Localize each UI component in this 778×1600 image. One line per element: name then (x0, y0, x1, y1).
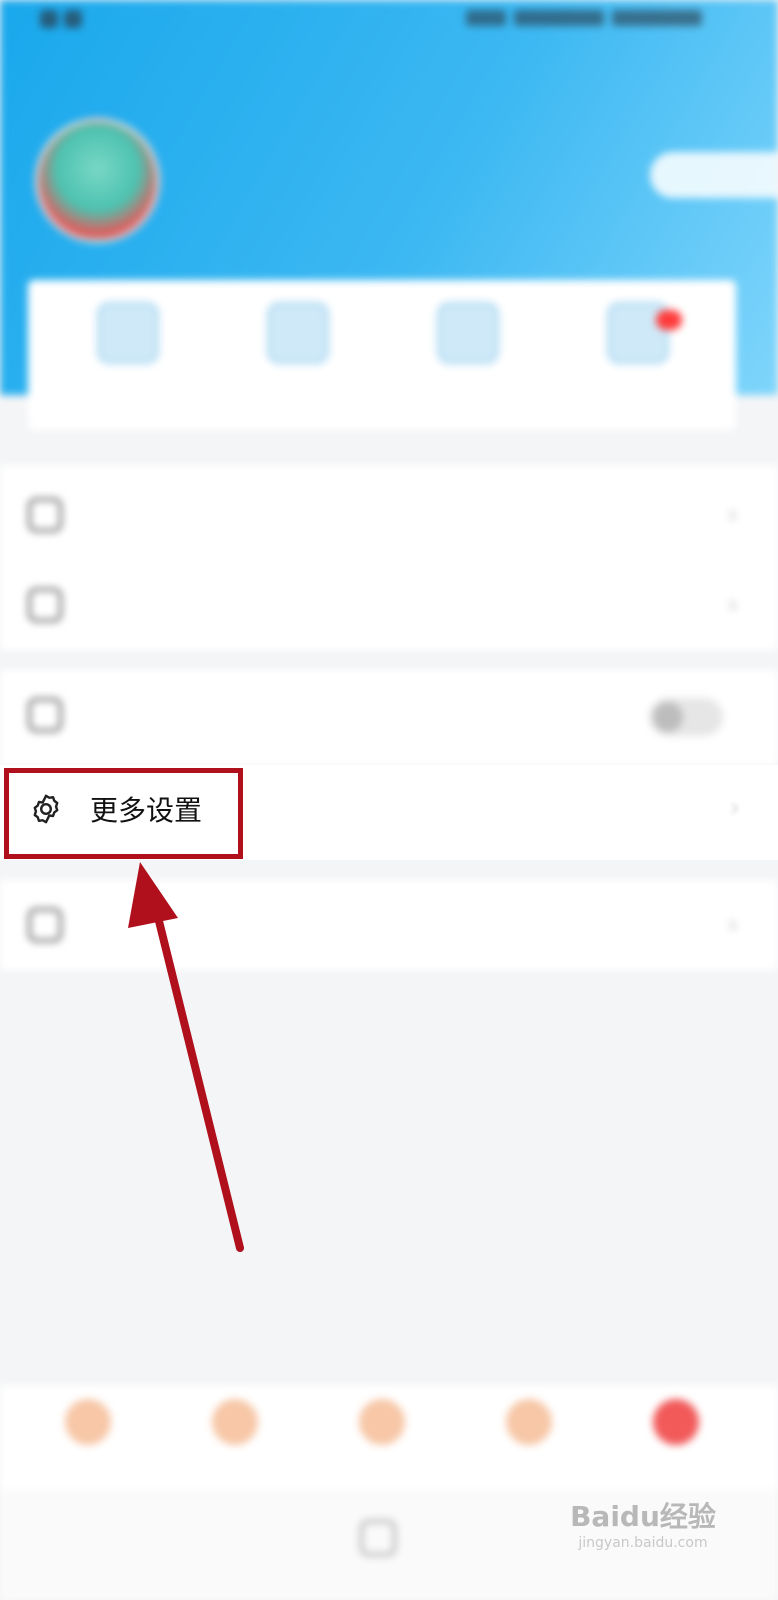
menu-icon[interactable] (30, 1520, 66, 1556)
quick-action-1[interactable] (68, 302, 188, 412)
bottom-nav (0, 1385, 778, 1490)
collection-icon (97, 302, 159, 364)
history-icon (267, 302, 329, 364)
nav-item-2[interactable] (185, 1399, 285, 1453)
mail-icon (28, 588, 62, 622)
status-right (458, 10, 728, 32)
baidu-watermark: Baidu经验 jingyan.baidu.com (568, 1495, 718, 1565)
back-icon[interactable] (150, 1520, 186, 1556)
quick-action-3[interactable] (408, 302, 528, 412)
quick-action-4[interactable] (578, 302, 698, 412)
home-icon (65, 1399, 111, 1445)
nav-item-1[interactable] (38, 1399, 138, 1453)
home-button-icon[interactable] (360, 1520, 396, 1556)
menu-group-3: › (0, 880, 778, 970)
comment-icon (437, 302, 499, 364)
watermark-brand: Baidu经验 (570, 1500, 716, 1533)
menu-row-5[interactable]: › (0, 880, 778, 970)
chevron-right-icon: › (729, 793, 740, 823)
status-bar (0, 0, 778, 50)
username[interactable] (185, 142, 385, 176)
nav-item-4[interactable] (479, 1399, 579, 1453)
create-icon (359, 1399, 405, 1445)
chevron-right-icon: › (727, 910, 738, 940)
menu-row-3[interactable] (0, 670, 778, 760)
quick-actions-card (28, 280, 736, 430)
watermark-site: jingyan.baidu.com (578, 1535, 708, 1551)
chevron-right-icon: › (727, 590, 738, 620)
user-meta (185, 198, 305, 224)
quick-action-2[interactable] (238, 302, 358, 412)
menu-row-2[interactable]: › (0, 560, 778, 650)
moon-icon (28, 698, 62, 732)
nav-item-3[interactable] (332, 1399, 432, 1453)
discover-icon (212, 1399, 258, 1445)
profile-nav-icon (653, 1399, 699, 1445)
menu-group-1: › › (0, 465, 778, 650)
chevron-right-icon: › (727, 500, 738, 530)
toggle-switch[interactable] (649, 698, 723, 736)
menu-group-2 (0, 670, 778, 765)
notification-badge (656, 310, 682, 330)
task-icon (506, 1399, 552, 1445)
menu-row-1[interactable]: › (0, 470, 778, 560)
user-icon (28, 498, 62, 532)
profile-button[interactable] (650, 152, 778, 198)
document-icon (28, 908, 62, 942)
avatar[interactable] (35, 118, 160, 243)
nav-item-5[interactable] (626, 1399, 726, 1453)
status-left (40, 10, 100, 32)
highlight-box (4, 768, 243, 859)
